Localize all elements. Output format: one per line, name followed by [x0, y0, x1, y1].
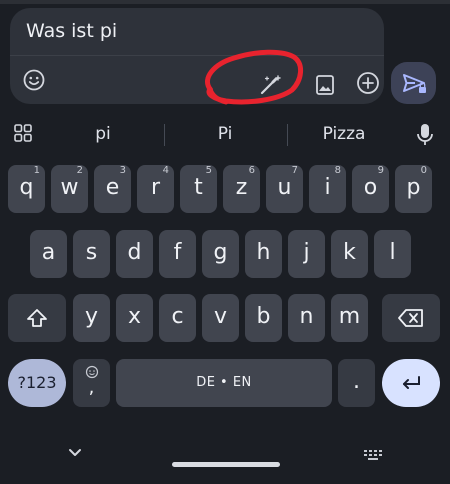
- key-r[interactable]: r4: [137, 165, 174, 213]
- key-o[interactable]: o9: [352, 165, 389, 213]
- apps-grid-icon[interactable]: [12, 122, 34, 144]
- magic-wand-icon[interactable]: [258, 74, 284, 96]
- key-g[interactable]: g: [202, 230, 239, 278]
- keyboard-switch-icon[interactable]: [362, 447, 384, 463]
- key-l[interactable]: l: [374, 230, 411, 278]
- shift-key[interactable]: [8, 294, 66, 342]
- key-c[interactable]: c: [159, 294, 196, 342]
- key-u[interactable]: u7: [266, 165, 303, 213]
- key-t[interactable]: t5: [180, 165, 217, 213]
- enter-key[interactable]: [382, 359, 440, 407]
- key-q[interactable]: q1: [8, 165, 45, 213]
- symbols-key[interactable]: ?123: [8, 359, 66, 407]
- backspace-key[interactable]: [382, 294, 440, 342]
- key-m[interactable]: m: [331, 294, 368, 342]
- enter-icon: [403, 376, 420, 389]
- suggestion-chip[interactable]: pi: [62, 112, 144, 156]
- key-y[interactable]: y: [73, 294, 110, 342]
- key-p[interactable]: p0: [395, 165, 432, 213]
- key-a[interactable]: a: [30, 230, 67, 278]
- suggestion-chip[interactable]: Pi: [184, 112, 266, 156]
- send-button[interactable]: [391, 62, 436, 104]
- key-h[interactable]: h: [245, 230, 282, 278]
- suggestion-bar: pi Pi Pizza: [0, 112, 450, 156]
- backspace-icon: [398, 309, 423, 327]
- key-e[interactable]: e3: [94, 165, 131, 213]
- compose-divider: [10, 55, 384, 56]
- window-frame: [0, 0, 450, 4]
- emoji-icon[interactable]: [22, 68, 46, 92]
- comma-key[interactable]: ,: [73, 359, 110, 407]
- send-icon: [403, 74, 426, 93]
- space-key[interactable]: DE • EN: [116, 359, 332, 407]
- gesture-navigation-bar[interactable]: [172, 462, 280, 467]
- key-b[interactable]: b: [245, 294, 282, 342]
- key-f[interactable]: f: [159, 230, 196, 278]
- suggestion-divider: [287, 124, 288, 146]
- key-v[interactable]: v: [202, 294, 239, 342]
- suggestion-divider: [164, 124, 165, 146]
- key-s[interactable]: s: [73, 230, 110, 278]
- add-circle-icon[interactable]: [355, 70, 381, 96]
- chevron-down-icon[interactable]: [66, 447, 84, 459]
- key-n[interactable]: n: [288, 294, 325, 342]
- key-w[interactable]: w2: [51, 165, 88, 213]
- key-z[interactable]: z6: [223, 165, 260, 213]
- shift-icon: [27, 309, 47, 327]
- period-key[interactable]: .: [338, 359, 375, 407]
- message-input[interactable]: Was ist pi: [26, 20, 117, 42]
- key-j[interactable]: j: [288, 230, 325, 278]
- suggestion-chip[interactable]: Pizza: [300, 112, 388, 156]
- key-d[interactable]: d: [116, 230, 153, 278]
- message-compose-box: Was ist pi: [10, 8, 384, 104]
- image-attach-icon[interactable]: [314, 72, 336, 98]
- key-x[interactable]: x: [116, 294, 153, 342]
- key-i[interactable]: i8: [309, 165, 346, 213]
- mic-icon[interactable]: [410, 119, 440, 149]
- key-k[interactable]: k: [331, 230, 368, 278]
